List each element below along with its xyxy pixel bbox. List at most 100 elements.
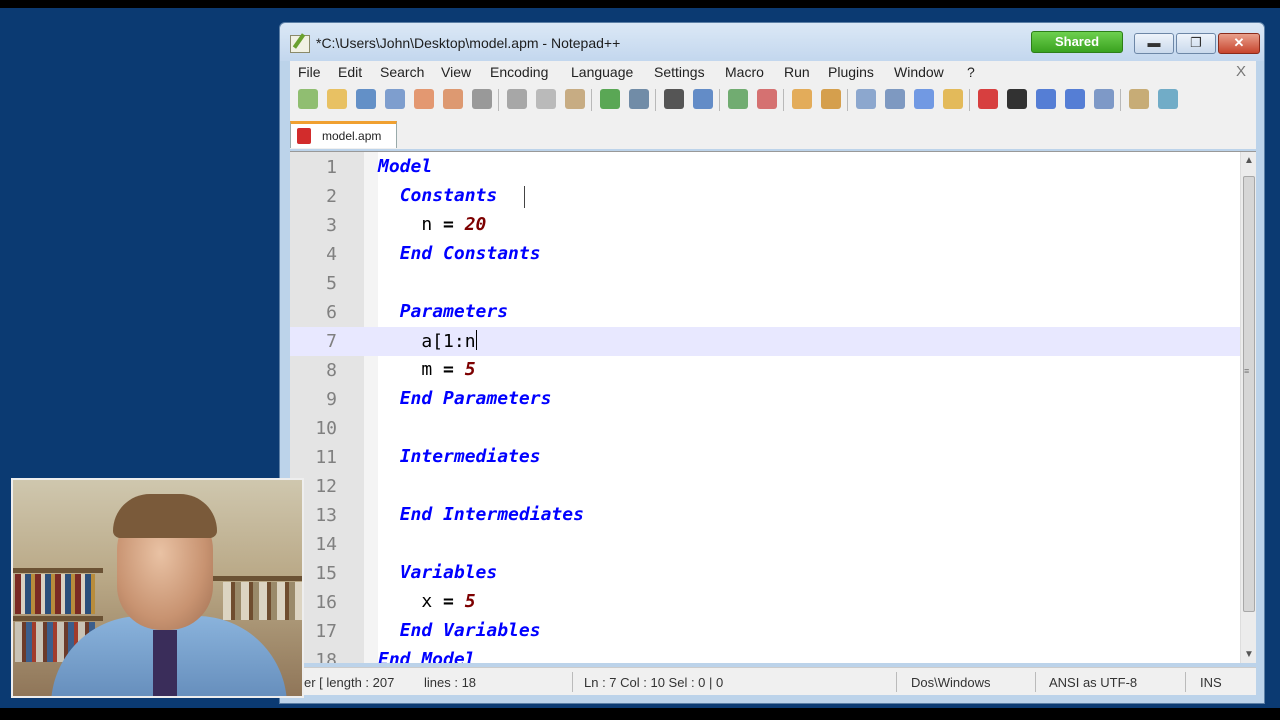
- close-button[interactable]: ✕: [1218, 33, 1260, 54]
- zoom-out-icon[interactable]: [757, 89, 777, 109]
- notepad-plus-plus-window: *C:\Users\John\Desktop\model.apm - Notep…: [279, 22, 1265, 704]
- menu-language[interactable]: Language: [571, 64, 633, 80]
- code-line[interactable]: 3 n = 20: [290, 211, 1240, 240]
- code-line[interactable]: 2 Constants: [290, 182, 1240, 211]
- play-macro-icon[interactable]: [1036, 89, 1056, 109]
- shared-badge[interactable]: Shared: [1031, 31, 1123, 53]
- sync-vertical-icon[interactable]: [792, 89, 812, 109]
- user-lang-icon[interactable]: [943, 89, 963, 109]
- line-number: 10: [315, 418, 337, 439]
- zoom-in-icon[interactable]: [728, 89, 748, 109]
- scroll-up-arrow-icon[interactable]: ▲: [1241, 152, 1256, 170]
- menu-window[interactable]: Window: [894, 64, 944, 80]
- code-line[interactable]: 12: [290, 472, 1240, 501]
- operator-token: =: [443, 591, 454, 612]
- menu-help[interactable]: ?: [967, 64, 975, 80]
- toolbar-separator: [1120, 89, 1121, 111]
- sync-horizontal-icon[interactable]: [821, 89, 841, 109]
- code-line[interactable]: 13 End Intermediates: [290, 501, 1240, 530]
- mouse-ibeam-cursor: [524, 186, 526, 208]
- menu-encoding[interactable]: Encoding: [490, 64, 548, 80]
- webcam-person-tie: [153, 630, 177, 696]
- menu-settings[interactable]: Settings: [654, 64, 705, 80]
- keyword-token: Constants: [399, 185, 498, 206]
- status-separator: [896, 672, 897, 692]
- record-macro-icon[interactable]: [978, 89, 998, 109]
- plugin-icon[interactable]: [1129, 89, 1149, 109]
- maximize-button[interactable]: ❐: [1176, 33, 1216, 54]
- code-line[interactable]: 6 Parameters: [290, 298, 1240, 327]
- close-document-icon[interactable]: X: [1236, 63, 1246, 80]
- webcam-shelf: [13, 616, 103, 621]
- window-title: *C:\Users\John\Desktop\model.apm - Notep…: [316, 35, 621, 51]
- menu-edit[interactable]: Edit: [338, 64, 362, 80]
- menu-view[interactable]: View: [441, 64, 471, 80]
- status-eol: Dos\Windows: [911, 675, 991, 690]
- paste-icon[interactable]: [565, 89, 585, 109]
- copy-icon[interactable]: [536, 89, 556, 109]
- new-file-icon[interactable]: [298, 89, 318, 109]
- code-line[interactable]: 14: [290, 530, 1240, 559]
- undo-icon[interactable]: [600, 89, 620, 109]
- print-icon[interactable]: [472, 89, 492, 109]
- spellcheck-icon[interactable]: [1158, 89, 1178, 109]
- find-icon[interactable]: [664, 89, 684, 109]
- line-number: 1: [326, 157, 337, 178]
- cut-icon[interactable]: [507, 89, 527, 109]
- status-separator: [572, 672, 573, 692]
- menu-macro[interactable]: Macro: [725, 64, 764, 80]
- code-text: Intermediates: [378, 446, 541, 467]
- close-all-icon[interactable]: [443, 89, 463, 109]
- open-file-icon[interactable]: [327, 89, 347, 109]
- save-all-icon[interactable]: [385, 89, 405, 109]
- webcam-books: [223, 582, 302, 620]
- replace-icon[interactable]: [693, 89, 713, 109]
- text-token: a[1:n: [378, 331, 476, 352]
- code-line[interactable]: 18 End Model: [290, 646, 1240, 663]
- menu-file[interactable]: File: [298, 64, 321, 80]
- code-line[interactable]: 5: [290, 269, 1240, 298]
- code-line[interactable]: 10: [290, 414, 1240, 443]
- code-text: End Parameters: [378, 388, 552, 409]
- code-editor[interactable]: 1 Model 2 Constants 3 n = 20 4 End Constants…: [290, 151, 1256, 663]
- redo-icon[interactable]: [629, 89, 649, 109]
- menu-search[interactable]: Search: [380, 64, 424, 80]
- indent-guide-icon[interactable]: [914, 89, 934, 109]
- toolbar: [290, 83, 1256, 115]
- save-icon[interactable]: [356, 89, 376, 109]
- text-token: x: [378, 591, 444, 612]
- tab-model-apm[interactable]: model.apm: [290, 121, 397, 148]
- current-code-line[interactable]: 7 a[1:n: [290, 327, 1240, 356]
- keyword-token: Parameters: [399, 301, 509, 322]
- code-line[interactable]: 17 End Variables: [290, 617, 1240, 646]
- toolbar-separator: [847, 89, 848, 111]
- code-line[interactable]: 1 Model: [290, 153, 1240, 182]
- code-line[interactable]: 4 End Constants: [290, 240, 1240, 269]
- code-text: Variables: [378, 562, 498, 583]
- code-line[interactable]: 15 Variables: [290, 559, 1240, 588]
- code-line[interactable]: 11 Intermediates: [290, 443, 1240, 472]
- show-all-chars-icon[interactable]: [885, 89, 905, 109]
- scrollbar-thumb[interactable]: [1243, 176, 1255, 612]
- word-wrap-icon[interactable]: [856, 89, 876, 109]
- vertical-scrollbar[interactable]: ▲ ≡ ▼: [1240, 152, 1256, 663]
- code-line[interactable]: 9 End Parameters: [290, 385, 1240, 414]
- webcam-books: [15, 574, 95, 614]
- code-line[interactable]: 16 x = 5: [290, 588, 1240, 617]
- operator-token: =: [443, 214, 454, 235]
- menu-run[interactable]: Run: [784, 64, 810, 80]
- toolbar-separator: [719, 89, 720, 111]
- run-macro-multiple-icon[interactable]: [1065, 89, 1085, 109]
- scroll-down-arrow-icon[interactable]: ▼: [1241, 646, 1256, 663]
- keyword-token: Variables: [399, 562, 498, 583]
- close-icon[interactable]: [414, 89, 434, 109]
- menu-plugins[interactable]: Plugins: [828, 64, 874, 80]
- line-number: 3: [326, 215, 337, 236]
- save-macro-icon[interactable]: [1094, 89, 1114, 109]
- keyword-token: End Parameters: [399, 388, 552, 409]
- stop-macro-icon[interactable]: [1007, 89, 1027, 109]
- minimize-button[interactable]: ▬: [1134, 33, 1174, 54]
- code-line[interactable]: 8 m = 5: [290, 356, 1240, 385]
